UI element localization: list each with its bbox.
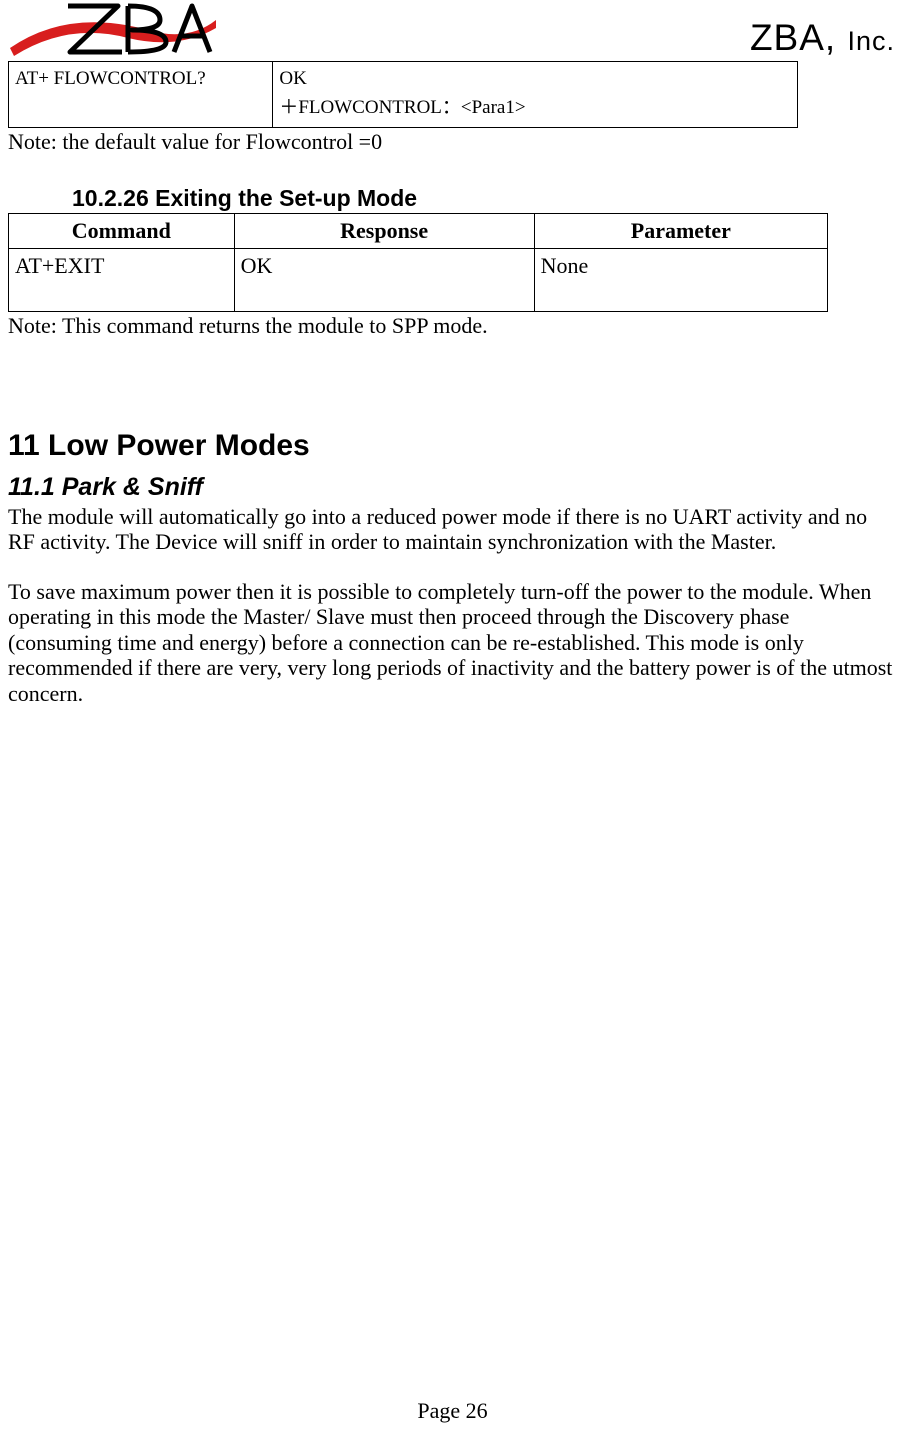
company-main: ZBA, [750,17,848,58]
zba-logo [8,0,223,62]
flowcontrol-table: AT+ FLOWCONTROL? OK ＋FLOWCONTROL：<Para1> [8,61,798,128]
exit-table: Command Response Parameter AT+EXIT OK No… [8,213,828,312]
page-footer: Page 26 [0,1398,905,1424]
para-11-1-a: The module will automatically go into a … [8,504,897,555]
th-parameter: Parameter [534,213,827,248]
heading-10-2-26: 10.2.26 Exiting the Set-up Mode [72,185,897,212]
heading-11: 11 Low Power Modes [8,429,897,463]
note-exit: Note: This command returns the module to… [8,313,897,339]
th-response: Response [234,213,534,248]
td-parameter: None [534,248,827,311]
company-sub: Inc. [847,26,895,56]
th-command: Command [9,213,235,248]
para-11-1-b: To save maximum power then it is possibl… [8,579,897,707]
td-response: OK [234,248,534,311]
resp-line-2: ＋FLOWCONTROL：<Para1> [279,93,791,122]
company-name: ZBA, Inc. [750,19,897,62]
td-command: AT+EXIT [9,248,235,311]
flowcontrol-resp-cell: OK ＋FLOWCONTROL：<Para1> [273,62,798,128]
note-flowcontrol: Note: the default value for Flowcontrol … [8,129,897,155]
page-header: ZBA, Inc. [8,0,897,62]
flowcontrol-cmd-cell: AT+ FLOWCONTROL? [9,62,273,128]
resp-line-1: OK [279,64,791,93]
heading-11-1: 11.1 Park & Sniff [8,473,897,502]
